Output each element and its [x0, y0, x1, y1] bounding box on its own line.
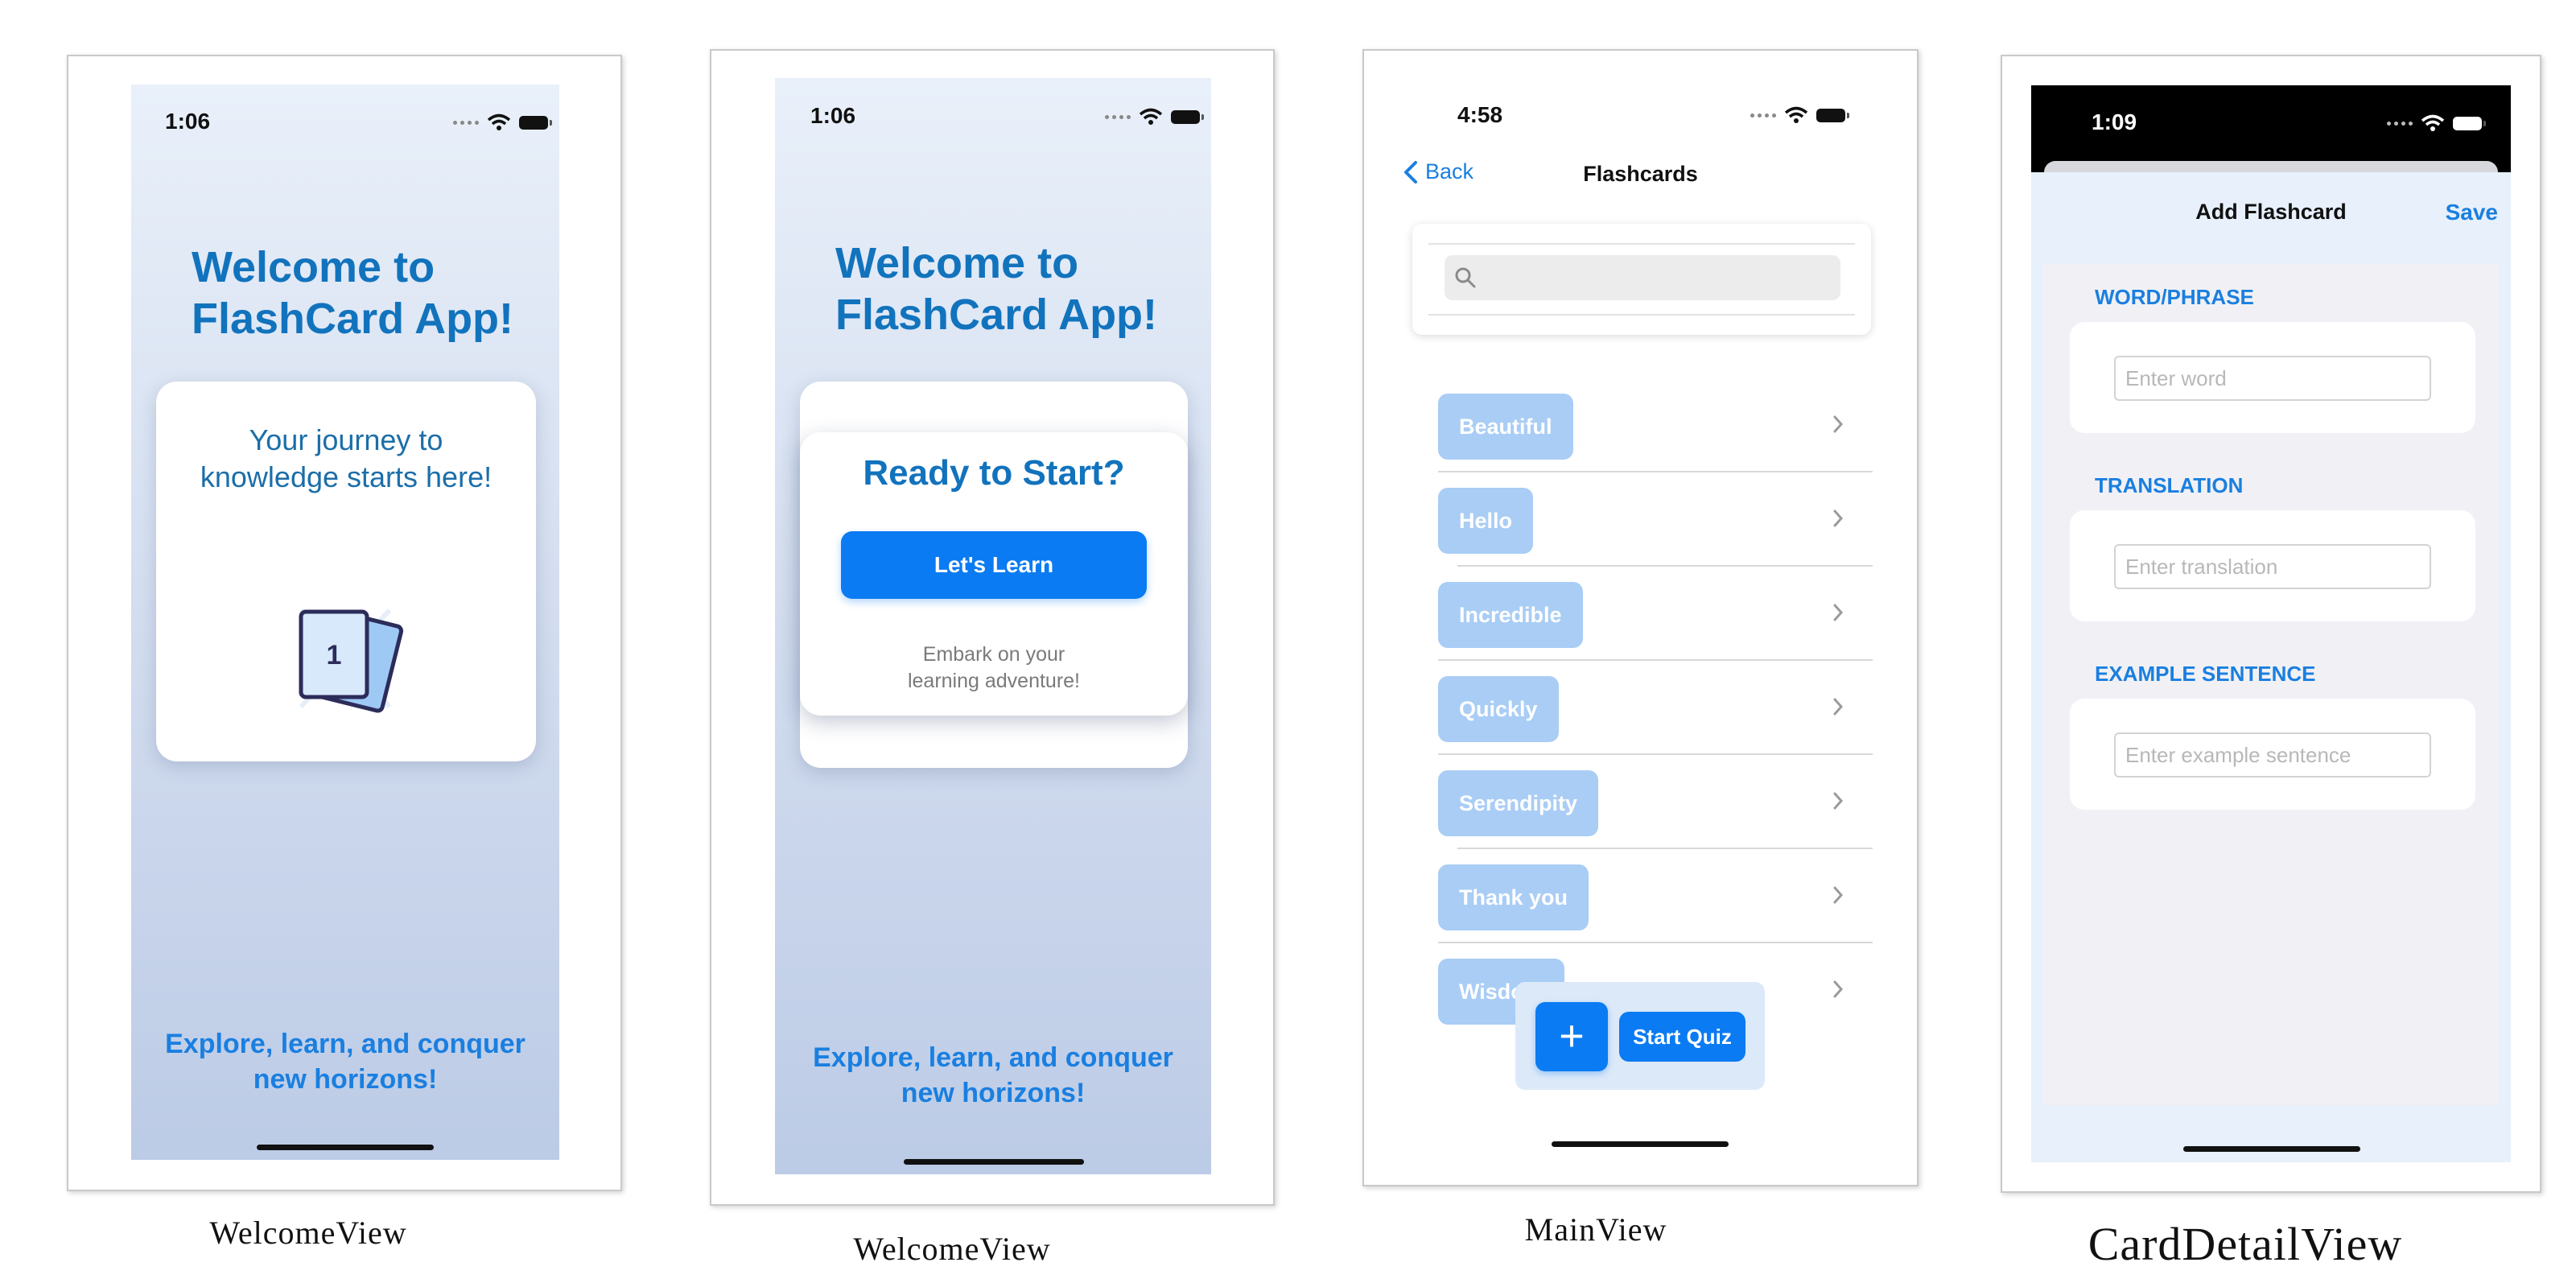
example-section-label: EXAMPLE SENTENCE: [2095, 662, 2316, 686]
word-pill: Hello: [1438, 488, 1534, 554]
search-divider-bottom: [1428, 314, 1855, 316]
word-pill: Beautiful: [1438, 394, 1573, 460]
ready-subtext: Embark on your learning adventure!: [800, 642, 1188, 695]
word-pill: Thank you: [1438, 864, 1589, 930]
tagline-line2: new horizons!: [901, 1078, 1086, 1108]
status-icons: [1105, 108, 1204, 126]
battery-icon: [1171, 109, 1204, 124]
list-item[interactable]: Hello: [1438, 472, 1873, 567]
list-item[interactable]: Quickly: [1438, 660, 1873, 755]
caption-welcome-1: WelcomeView: [209, 1215, 407, 1251]
wifi-icon: [2421, 114, 2445, 131]
welcome-title: Welcome to FlashCard App!: [192, 241, 554, 344]
chevron-right-icon: [1833, 415, 1844, 433]
chevron-right-icon: [1833, 698, 1844, 716]
ready-subtext-line2: learning adventure!: [907, 670, 1081, 692]
intro-card-text: Your journey to knowledge starts here!: [156, 422, 536, 496]
flashcard-list: Beautiful Hello Incredible Quickly Seren…: [1438, 377, 1873, 1026]
chevron-right-icon: [1833, 980, 1844, 998]
example-input[interactable]: Enter example sentence: [2114, 732, 2431, 778]
list-item[interactable]: Beautiful: [1438, 377, 1873, 472]
caption-main: MainView: [1524, 1211, 1667, 1248]
form-area: WORD/PHRASE Enter word TRANSLATION Enter…: [2043, 264, 2499, 1105]
search-container: [1412, 224, 1871, 335]
welcome-title-line1: Welcome to: [192, 243, 435, 291]
battery-icon: [2453, 116, 2486, 130]
ready-card: Ready to Start? Let's Learn Embark on yo…: [800, 432, 1188, 716]
tagline: Explore, learn, and conquer new horizons…: [775, 1040, 1211, 1111]
save-button[interactable]: Save: [2446, 200, 2498, 225]
word-card: Enter word: [2070, 322, 2475, 433]
add-button[interactable]: +: [1535, 1002, 1608, 1071]
search-field[interactable]: [1445, 255, 1840, 300]
ready-heading: Ready to Start?: [863, 453, 1125, 493]
tagline: Explore, learn, and conquer new horizons…: [131, 1026, 559, 1097]
status-time: 1:09: [2092, 109, 2137, 134]
battery-icon: [519, 115, 552, 130]
status-icons: [1750, 106, 1849, 124]
home-indicator[interactable]: [257, 1145, 434, 1150]
status-bar: 1:09: [2031, 85, 2511, 172]
list-item[interactable]: Incredible: [1438, 566, 1873, 661]
chevron-right-icon: [1833, 886, 1844, 904]
sheet-title: Add Flashcard: [2195, 200, 2347, 224]
nav-title: Flashcards: [1583, 162, 1698, 186]
main-view-screen: 4:58 Back Flashcards Beautiful Hello Inc…: [1364, 51, 1917, 1185]
signal-icon: [1105, 114, 1131, 119]
intro-card: Your journey to knowledge starts here! 1: [156, 382, 536, 761]
signal-icon: [453, 120, 479, 125]
chevron-right-icon: [1833, 792, 1844, 810]
signal-icon: [1750, 113, 1776, 118]
caption-card-detail: CardDetailView: [2088, 1218, 2403, 1270]
tagline-line1: Explore, learn, and conquer: [813, 1042, 1173, 1073]
flashcards-icon-number: 1: [327, 640, 342, 670]
welcome-view-screen: 1:06 Welcome to FlashCard App! Your jour…: [131, 85, 559, 1160]
home-indicator[interactable]: [1552, 1141, 1729, 1147]
tagline-line1: Explore, learn, and conquer: [165, 1029, 526, 1059]
wifi-icon: [1784, 106, 1808, 123]
status-time: 4:58: [1457, 102, 1503, 127]
translation-card: Enter translation: [2070, 510, 2475, 621]
example-card: Enter example sentence: [2070, 699, 2475, 810]
intro-card-line1: Your journey to: [249, 423, 443, 456]
wifi-icon: [1139, 108, 1163, 125]
caption-welcome-2: WelcomeView: [853, 1231, 1051, 1267]
word-input[interactable]: Enter word: [2114, 356, 2431, 401]
status-icons: [2387, 114, 2486, 132]
status-time: 1:06: [810, 103, 856, 128]
list-item[interactable]: Serendipity: [1438, 754, 1873, 849]
wifi-icon: [487, 113, 511, 130]
translation-section-label: TRANSLATION: [2095, 473, 2244, 497]
battery-icon: [1816, 108, 1849, 122]
welcome-title: Welcome to FlashCard App!: [835, 237, 1206, 340]
chevron-right-icon: [1833, 509, 1844, 527]
chevron-right-icon: [1833, 604, 1844, 621]
translation-input[interactable]: Enter translation: [2114, 544, 2431, 589]
welcome-title-line1: Welcome to: [835, 239, 1079, 287]
word-pill: Serendipity: [1438, 770, 1599, 836]
start-quiz-button[interactable]: Start Quiz: [1619, 1012, 1745, 1062]
status-time: 1:06: [165, 109, 211, 134]
sheet-header: Add Flashcard Save: [2031, 172, 2511, 261]
ready-subtext-line1: Embark on your: [922, 643, 1065, 666]
home-indicator[interactable]: [2183, 1146, 2360, 1152]
card-detail-screen: 1:09 Add Flashcard Save WORD/PHRASE Ente…: [2031, 85, 2511, 1162]
search-divider-top: [1428, 243, 1855, 245]
signal-icon: [2387, 121, 2413, 126]
search-icon: [1455, 267, 1476, 288]
status-icons: [453, 113, 552, 131]
bottom-toolbar: + Start Quiz: [1515, 982, 1765, 1090]
word-section-label: WORD/PHRASE: [2095, 285, 2254, 309]
word-pill: Quickly: [1438, 676, 1559, 742]
flashcards-icon: 1: [299, 608, 404, 713]
lets-learn-button[interactable]: Let's Learn: [841, 531, 1147, 599]
welcome-title-line2: FlashCard App!: [835, 291, 1158, 339]
word-pill: Incredible: [1438, 582, 1583, 648]
welcome-title-line2: FlashCard App!: [192, 295, 514, 343]
welcome-view-2-screen: 1:06 Welcome to FlashCard App! Ready to …: [775, 78, 1211, 1174]
intro-card-line2: knowledge starts here!: [200, 460, 493, 493]
home-indicator[interactable]: [904, 1159, 1084, 1165]
tagline-line2: new horizons!: [253, 1064, 438, 1095]
list-item[interactable]: Thank you: [1438, 848, 1873, 943]
